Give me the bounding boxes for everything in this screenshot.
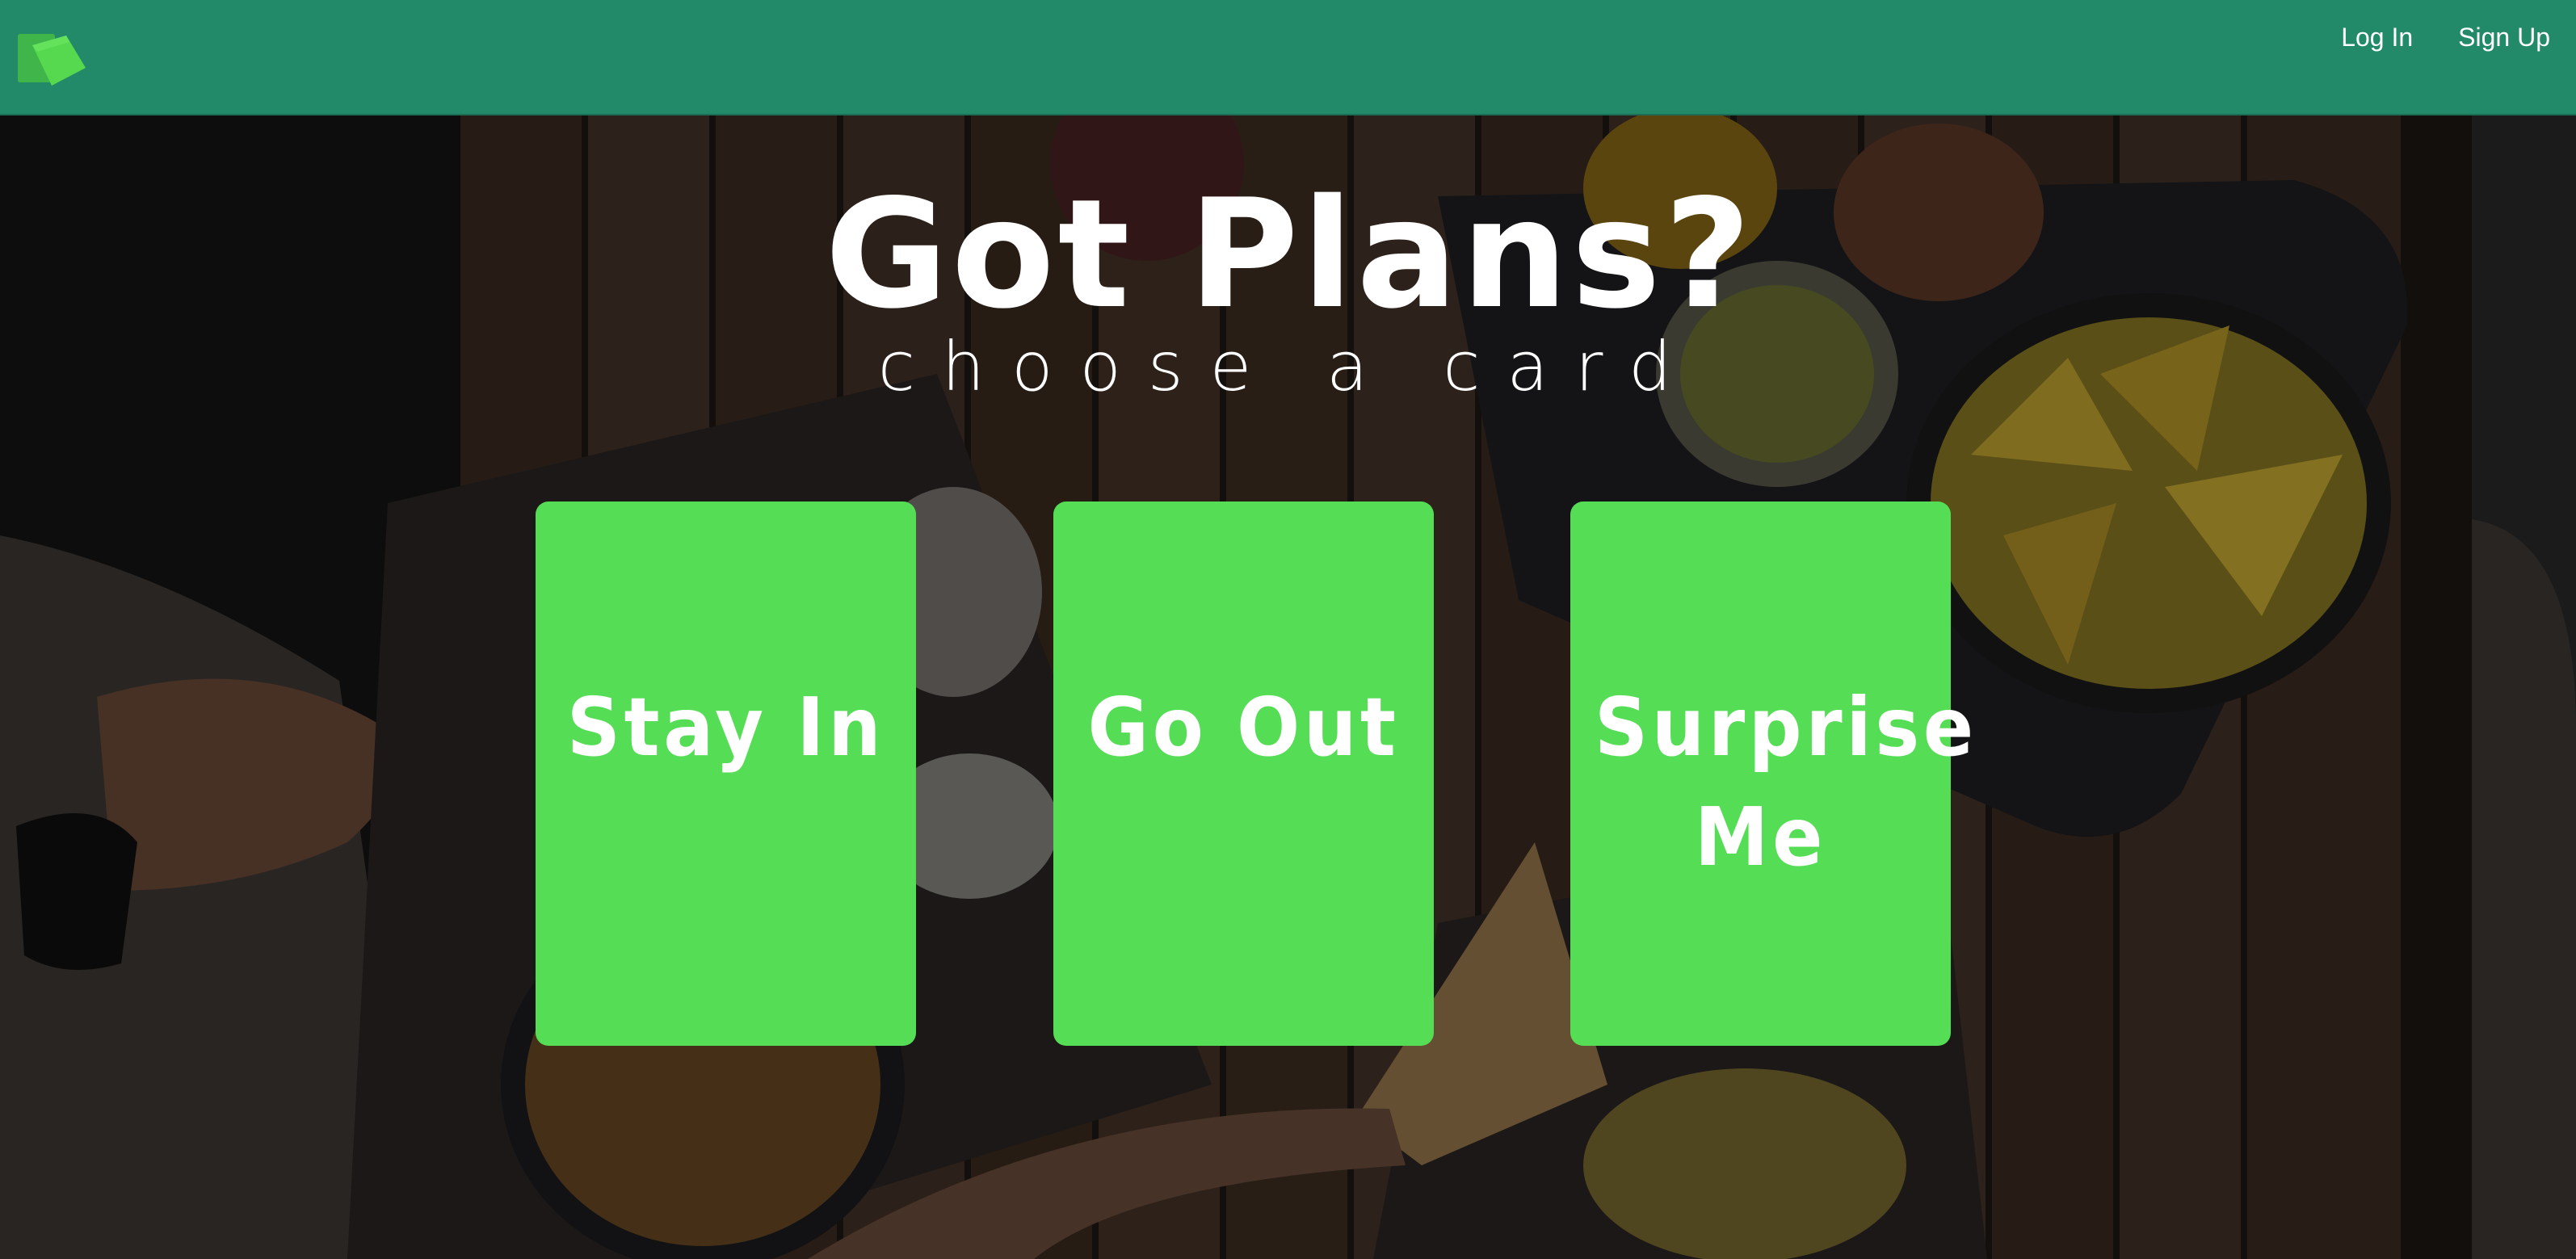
- page-title: Got Plans?: [0, 179, 2576, 329]
- surprise-me-card[interactable]: Surprise Me: [1570, 502, 1977, 1046]
- cards-logo-icon[interactable]: [16, 29, 89, 90]
- nav-links: Log In Sign Up: [2341, 23, 2550, 52]
- signup-link[interactable]: Sign Up: [2458, 23, 2550, 52]
- surprise-me-card-label: Surprise Me: [1594, 680, 1977, 884]
- login-link[interactable]: Log In: [2341, 23, 2413, 52]
- stay-in-card[interactable]: Stay In: [536, 502, 916, 1046]
- stay-in-card-label: Stay In: [566, 680, 885, 774]
- page-title-text: Got Plans?: [825, 166, 1754, 342]
- navbar: Log In Sign Up: [0, 0, 2576, 115]
- go-out-card-label: Go Out: [1087, 680, 1400, 774]
- page-subtitle: choose a card: [877, 327, 1699, 406]
- go-out-card[interactable]: Go Out: [1053, 502, 1434, 1046]
